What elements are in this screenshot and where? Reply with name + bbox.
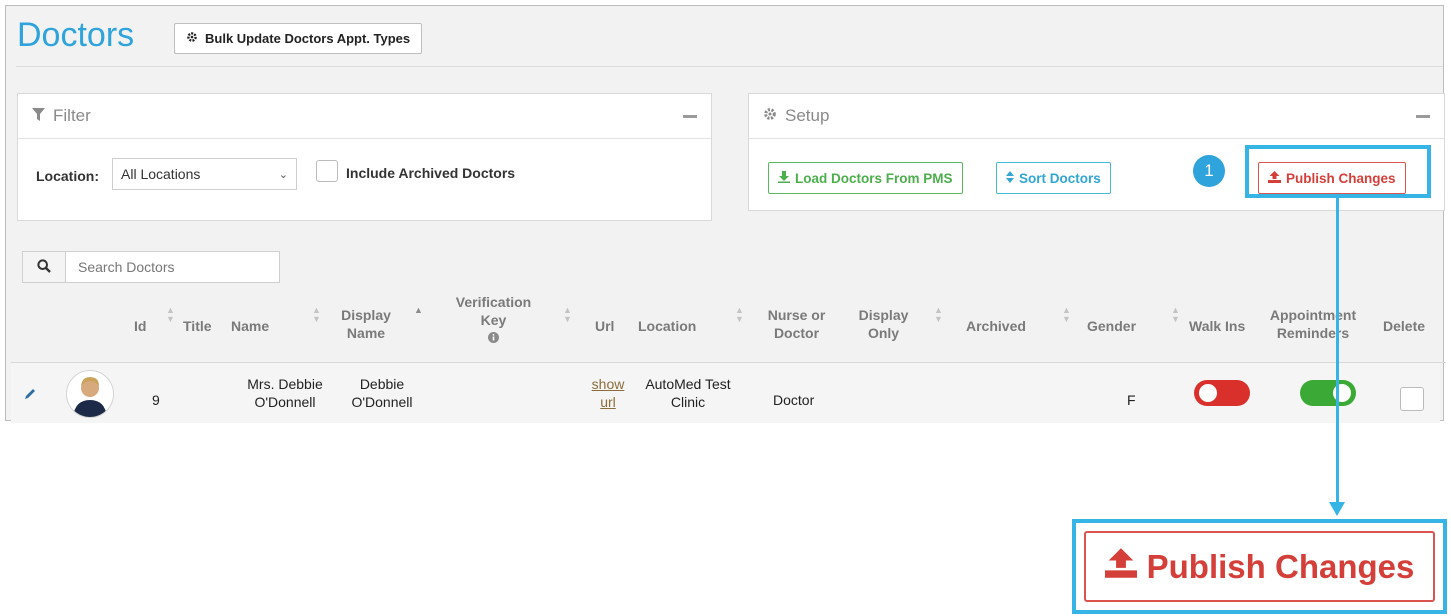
gear-icon bbox=[763, 106, 777, 126]
sort-icon: ▲ ▼ bbox=[1062, 305, 1071, 324]
location-label: Location: bbox=[36, 168, 99, 184]
col-display-only[interactable]: Display Only bbox=[856, 306, 911, 342]
col-verification-line2: Key bbox=[480, 312, 507, 329]
col-name[interactable]: Name bbox=[231, 317, 269, 335]
zoom-callout: Publish Changes bbox=[1072, 519, 1447, 614]
bulk-update-button[interactable]: Bulk Update Doctors Appt. Types bbox=[174, 23, 423, 54]
search-icon bbox=[37, 258, 51, 276]
collapse-filter-icon[interactable] bbox=[683, 114, 697, 118]
search-button[interactable] bbox=[22, 251, 66, 283]
chevron-down-icon: ⌄ bbox=[278, 168, 288, 181]
step-badge: 1 bbox=[1193, 155, 1225, 187]
setup-panel-title: Setup bbox=[785, 106, 830, 125]
row-location: AutoMed Test Clinic bbox=[638, 376, 738, 411]
location-select[interactable]: All Locations ⌄ bbox=[112, 158, 297, 190]
header-divider bbox=[16, 66, 1443, 67]
info-icon bbox=[488, 330, 499, 346]
filter-panel: Filter Location: All Locations ⌄ Include… bbox=[17, 93, 712, 221]
include-archived-checkbox[interactable] bbox=[316, 160, 338, 182]
col-display-name-line2: Name bbox=[346, 325, 386, 342]
sort-icon bbox=[1006, 170, 1014, 186]
row-display-line1: Debbie bbox=[359, 376, 405, 392]
location-select-value: All Locations bbox=[121, 166, 201, 182]
row-url: show url bbox=[585, 376, 631, 411]
sort-icon: ▲ ▼ bbox=[1171, 305, 1180, 324]
setup-panel-header: Setup bbox=[749, 94, 1444, 139]
row-display-line2: O'Donnell bbox=[351, 393, 413, 410]
upload-icon bbox=[1104, 547, 1137, 586]
zoomed-publish-label: Publish Changes bbox=[1146, 547, 1415, 585]
filter-panel-header: Filter bbox=[18, 94, 711, 139]
row-role: Doctor bbox=[773, 392, 815, 408]
row-gender: F bbox=[1127, 392, 1136, 408]
connector-line bbox=[1336, 198, 1339, 503]
download-icon bbox=[778, 170, 790, 186]
load-doctors-label: Load Doctors From PMS bbox=[795, 170, 953, 186]
zoomed-publish-button: Publish Changes bbox=[1084, 531, 1435, 602]
col-reminders-line1: Appointment bbox=[1269, 307, 1357, 323]
arrow-down-icon bbox=[1329, 502, 1345, 516]
row-location-line1: AutoMed Test bbox=[645, 376, 731, 392]
col-verification-key[interactable]: Verification Key bbox=[446, 293, 541, 348]
sort-doctors-button[interactable]: Sort Doctors bbox=[996, 162, 1111, 194]
edit-pencil-icon[interactable] bbox=[24, 387, 37, 403]
col-verification-line1: Verification bbox=[455, 294, 532, 310]
walk-ins-toggle[interactable] bbox=[1194, 380, 1250, 406]
load-doctors-button[interactable]: Load Doctors From PMS bbox=[768, 162, 963, 194]
highlight-box bbox=[1245, 145, 1431, 198]
row-location-line2: Clinic bbox=[670, 393, 706, 410]
filter-icon bbox=[32, 106, 45, 126]
sort-asc-icon: ▲ bbox=[414, 305, 423, 315]
col-gender[interactable]: Gender bbox=[1087, 317, 1136, 335]
show-url-link[interactable]: show bbox=[592, 376, 625, 392]
sort-icon: ▲ ▼ bbox=[166, 305, 175, 324]
col-walk-ins[interactable]: Walk Ins bbox=[1189, 317, 1245, 335]
delete-checkbox[interactable] bbox=[1400, 387, 1424, 411]
sort-icon: ▲ ▼ bbox=[735, 305, 744, 324]
gear-icon bbox=[186, 31, 198, 46]
bulk-update-label: Bulk Update Doctors Appt. Types bbox=[205, 31, 411, 46]
filter-panel-title: Filter bbox=[53, 106, 91, 125]
appointment-reminders-toggle[interactable] bbox=[1300, 380, 1356, 406]
sort-icon: ▲ ▼ bbox=[563, 305, 572, 324]
col-nurse-or-doctor[interactable]: Nurse or Doctor bbox=[764, 306, 829, 342]
col-display-name-line1: Display bbox=[341, 307, 391, 323]
sort-doctors-label: Sort Doctors bbox=[1019, 170, 1101, 186]
row-name-line1: Mrs. Debbie bbox=[247, 376, 323, 392]
col-id[interactable]: Id bbox=[134, 317, 146, 335]
col-display-only-line2: Only bbox=[867, 325, 900, 342]
show-url-link-line2[interactable]: url bbox=[600, 394, 616, 410]
row-name: Mrs. Debbie O'Donnell bbox=[240, 376, 330, 411]
col-appointment-reminders[interactable]: Appointment Reminders bbox=[1268, 306, 1358, 342]
sort-icon: ▲ ▼ bbox=[312, 305, 321, 324]
collapse-setup-icon[interactable] bbox=[1416, 114, 1430, 118]
col-delete: Delete bbox=[1383, 318, 1426, 334]
row-display-name: Debbie O'Donnell bbox=[342, 376, 422, 411]
col-nurse-line2: Doctor bbox=[773, 325, 820, 342]
col-location[interactable]: Location bbox=[638, 317, 696, 335]
row-id: 9 bbox=[152, 392, 160, 408]
col-display-only-line1: Display bbox=[858, 307, 909, 323]
avatar bbox=[66, 370, 114, 418]
page-title: Doctors bbox=[17, 16, 135, 54]
col-archived[interactable]: Archived bbox=[966, 317, 1026, 335]
col-nurse-line1: Nurse or bbox=[767, 307, 826, 323]
search-input[interactable] bbox=[66, 251, 280, 283]
toggle-knob bbox=[1199, 384, 1217, 402]
col-url: Url bbox=[595, 318, 615, 334]
row-name-line2: O'Donnell bbox=[254, 393, 316, 410]
sort-icon: ▲ ▼ bbox=[934, 305, 943, 324]
include-archived-label: Include Archived Doctors bbox=[346, 165, 516, 181]
doctors-page: Doctors Bulk Update Doctors Appt. Types … bbox=[5, 5, 1446, 423]
col-display-name[interactable]: Display Name bbox=[336, 306, 396, 342]
col-title: Title bbox=[183, 318, 212, 334]
